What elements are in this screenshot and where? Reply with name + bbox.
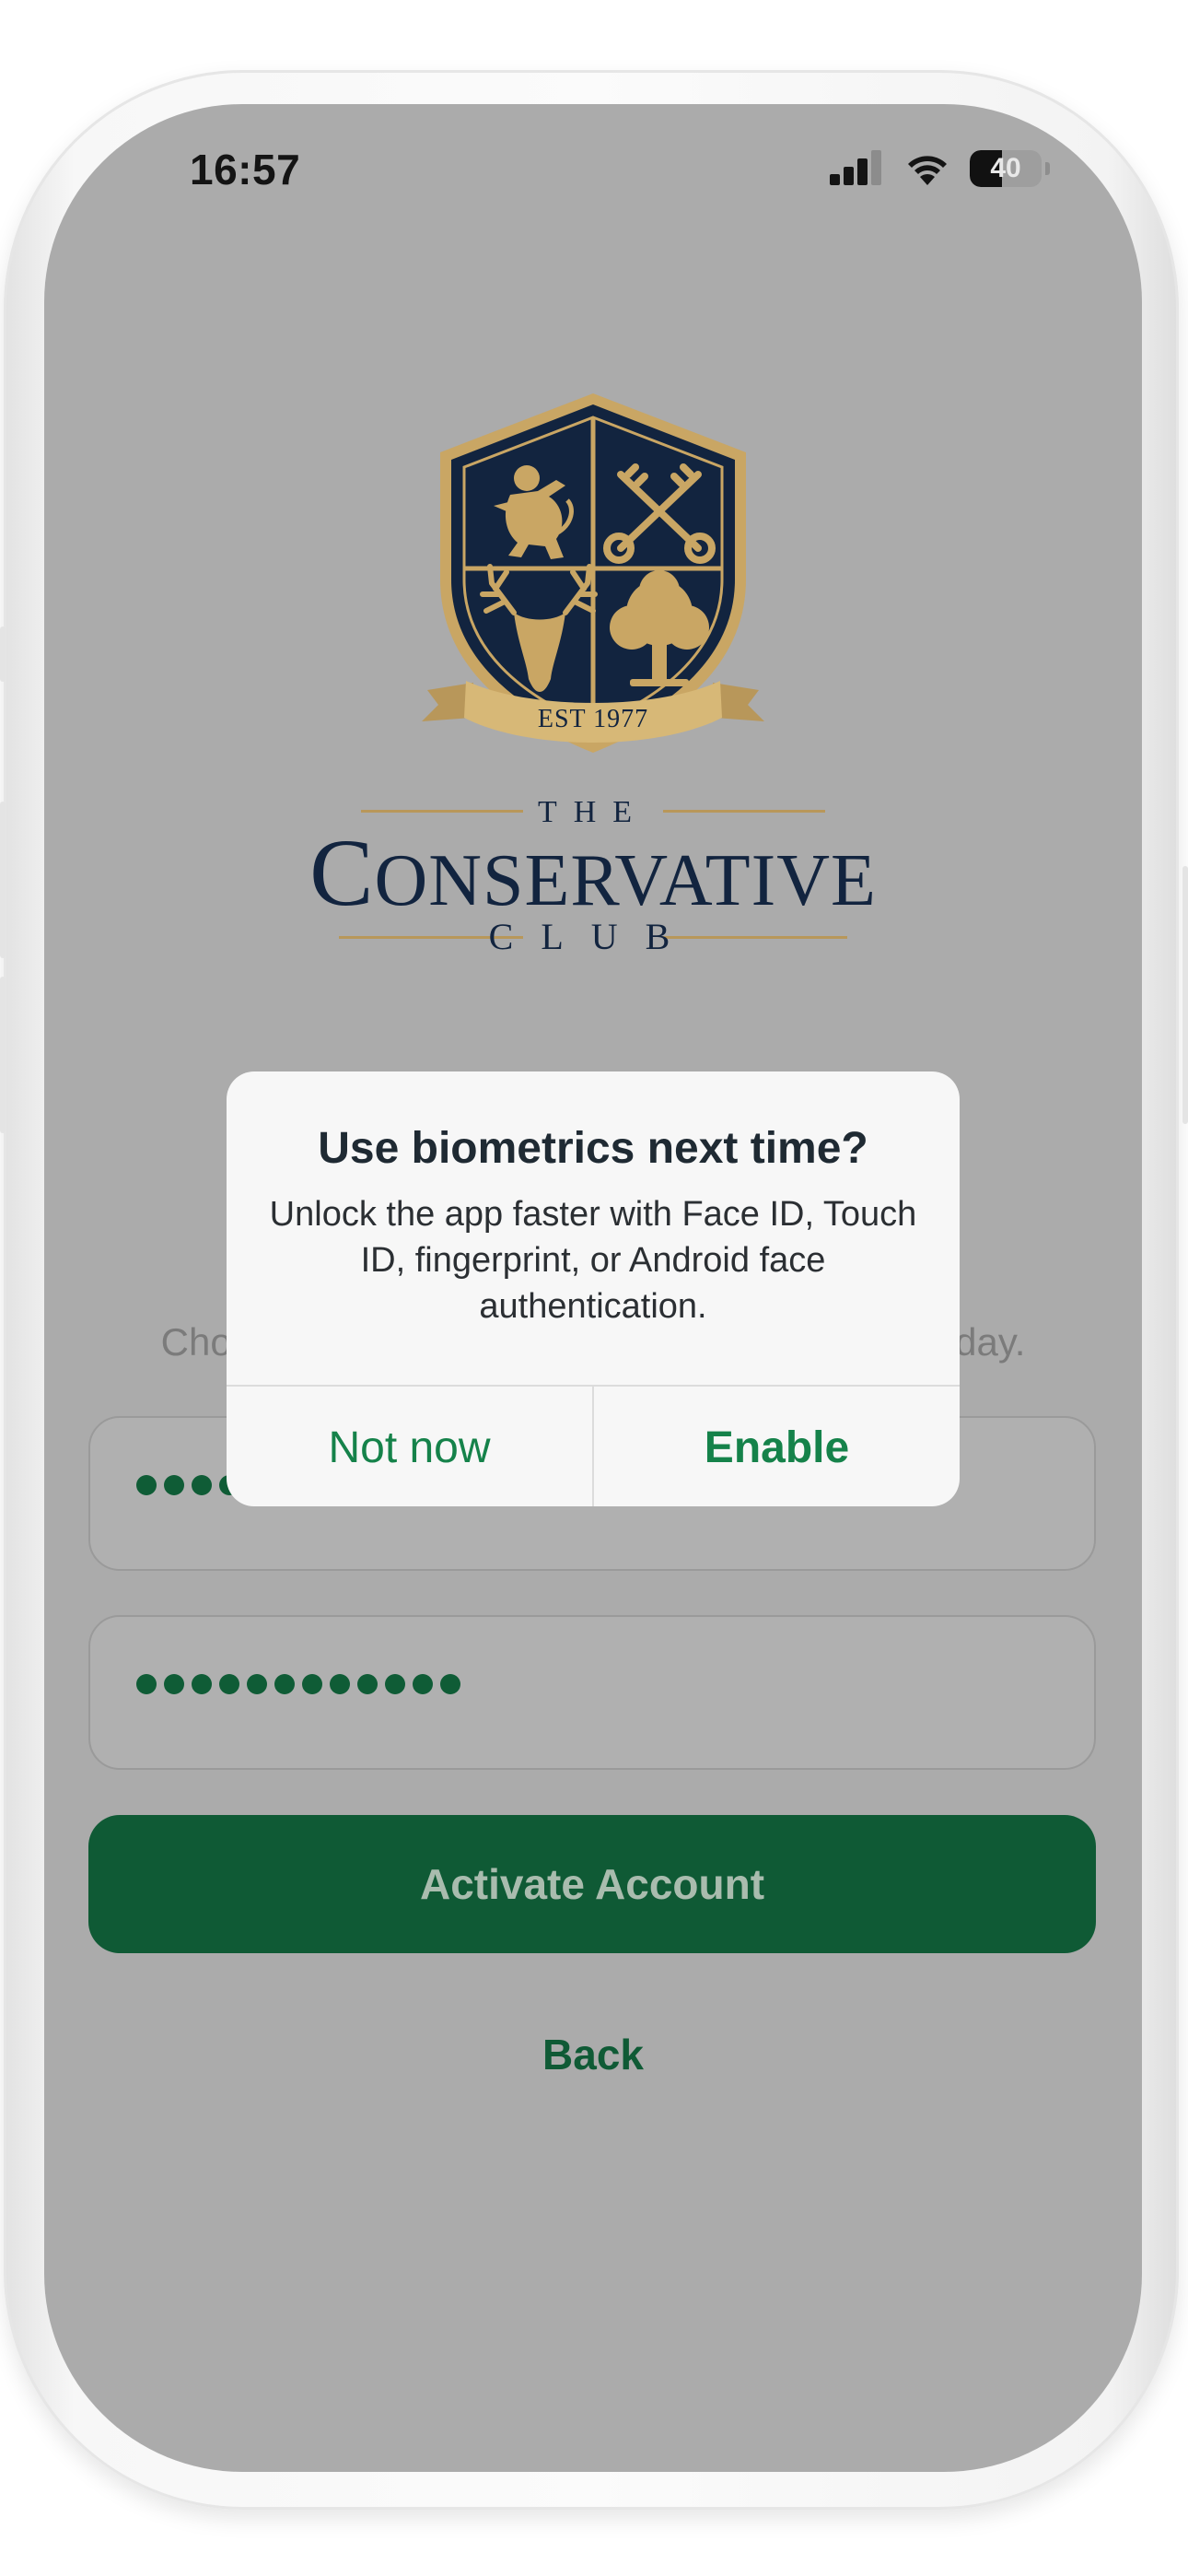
password-dot <box>357 1674 378 1694</box>
battery-level: 40 <box>990 153 1021 183</box>
not-now-button[interactable]: Not now <box>227 1387 592 1506</box>
password-dot <box>164 1475 184 1495</box>
confirm-password-dots <box>136 1674 460 1694</box>
status-icons: 40 <box>828 148 1050 189</box>
password-dot <box>219 1674 239 1694</box>
password-dot <box>192 1475 212 1495</box>
wordmark-name: CONSERVATIVE <box>44 818 1142 928</box>
wordmark-rest: ONSERVATIVE <box>374 840 877 921</box>
password-dot <box>330 1674 350 1694</box>
status-time: 16:57 <box>190 146 301 193</box>
biometrics-dialog: Use biometrics next time? Unlock the app… <box>227 1071 960 1506</box>
password-dot <box>413 1674 433 1694</box>
dialog-message: Unlock the app faster with Face ID, Touc… <box>269 1195 917 1326</box>
device-power-button <box>1182 866 1188 1124</box>
wordmark-club: CLUB <box>488 916 698 957</box>
password-dot <box>192 1674 212 1694</box>
enable-button[interactable]: Enable <box>594 1387 960 1506</box>
password-dot <box>385 1674 405 1694</box>
crest-banner-label: EST 1977 <box>537 705 649 733</box>
device-volume-up <box>0 802 6 958</box>
dialog-title: Use biometrics next time? <box>318 1124 868 1173</box>
password-dot <box>136 1475 157 1495</box>
cellular-signal-icon <box>830 150 881 185</box>
wordmark-initial: C <box>309 820 375 926</box>
battery-tip <box>1045 162 1050 175</box>
password-dot <box>274 1674 295 1694</box>
battery-icon: 40 <box>970 150 1042 187</box>
confirm-password-field[interactable] <box>88 1615 1096 1770</box>
back-link[interactable]: Back <box>44 2030 1142 2079</box>
password-dot <box>136 1674 157 1694</box>
device-action-button <box>0 626 6 682</box>
wifi-icon <box>908 156 947 185</box>
password-dot <box>440 1674 460 1694</box>
dialog-actions: Not now Enable <box>227 1385 960 1506</box>
app-screen: 16:57 40 EST 1977 THE CONSERVATIVE CLUB … <box>44 104 1142 2472</box>
password-dot <box>247 1674 267 1694</box>
password-dot <box>302 1674 322 1694</box>
device-volume-down <box>0 977 6 1133</box>
password-dot <box>164 1674 184 1694</box>
activate-account-button[interactable]: Activate Account <box>88 1815 1096 1953</box>
